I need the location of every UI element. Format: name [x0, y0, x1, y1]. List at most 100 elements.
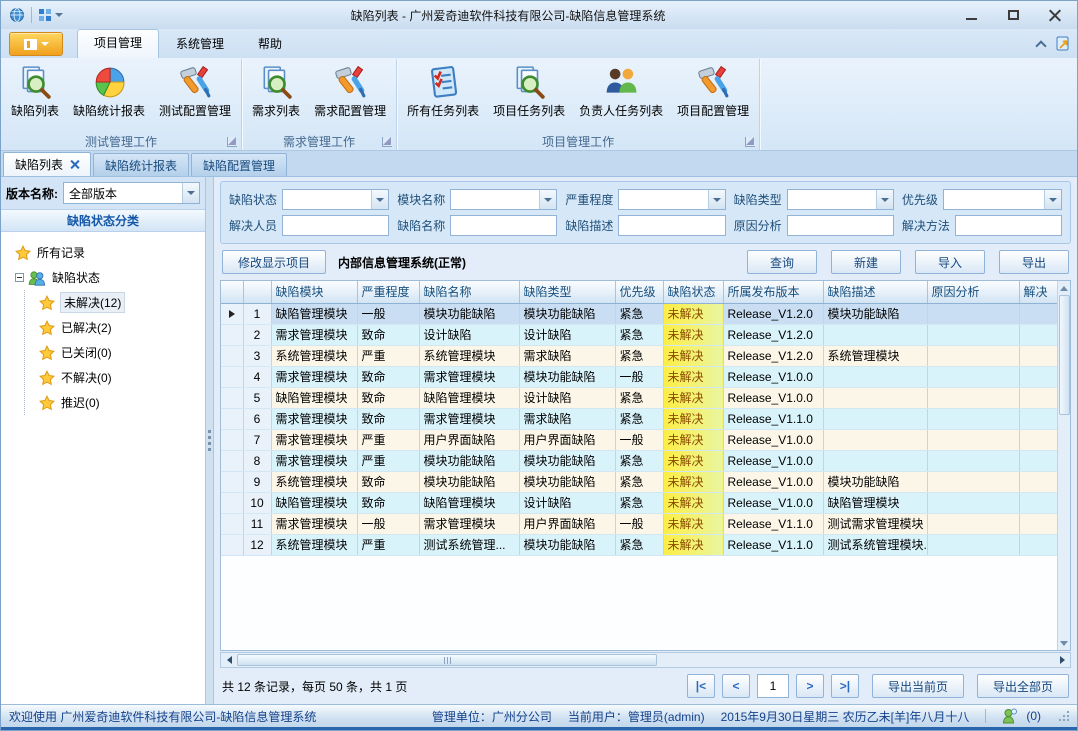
resize-grip-icon[interactable] [1059, 711, 1069, 721]
cell-status: 未解决 [663, 534, 723, 555]
page-number-input[interactable] [757, 674, 789, 698]
collapse-ribbon-icon[interactable] [1035, 40, 1046, 51]
filter-type-combobox[interactable] [787, 189, 894, 210]
maximize-button[interactable] [995, 3, 1031, 27]
table-row[interactable]: 4 需求管理模块 致命 需求管理模块 模块功能缺陷 一般 未解决 Release… [221, 366, 1057, 387]
ribbon-tab-system[interactable]: 系统管理 [159, 30, 241, 58]
first-page-button[interactable]: |< [687, 674, 715, 698]
ribbon-button-defect-report[interactable]: 缺陷统计报表 [66, 61, 152, 122]
filter-priority-combobox[interactable] [943, 189, 1062, 210]
ribbon-button-project-config[interactable]: 项目配置管理 [670, 61, 756, 122]
filter-resolver-input[interactable] [282, 215, 389, 236]
filter-desc-input[interactable] [618, 215, 725, 236]
table-row[interactable]: 3 系统管理模块 严重 系统管理模块 需求缺陷 紧急 未解决 Release_V… [221, 345, 1057, 366]
tree-item-wont-fix[interactable]: 不解决(0) [39, 365, 201, 390]
filter-module-combobox[interactable] [450, 189, 557, 210]
table-row[interactable]: 8 需求管理模块 严重 模块功能缺陷 模块功能缺陷 紧急 未解决 Release… [221, 450, 1057, 471]
table-row[interactable]: 12 系统管理模块 严重 测试系统管理... 模块功能缺陷 紧急 未解决 Rel… [221, 534, 1057, 555]
table-row[interactable]: 5 缺陷管理模块 致命 缺陷管理模块 设计缺陷 紧急 未解决 Release_V… [221, 387, 1057, 408]
filter-solution-input[interactable] [955, 215, 1062, 236]
new-button[interactable]: 新建 [831, 250, 901, 274]
search-button[interactable]: 查询 [747, 250, 817, 274]
modify-columns-button[interactable]: 修改显示项目 [222, 250, 326, 274]
ribbon-button-all-tasks[interactable]: 所有任务列表 [400, 61, 486, 122]
import-button[interactable]: 导入 [915, 250, 985, 274]
combobox-dropdown-button[interactable] [1044, 190, 1061, 209]
tree-item-resolved[interactable]: 已解决(2) [39, 315, 201, 340]
filter-name-input[interactable] [450, 215, 557, 236]
tree-item-postponed[interactable]: 推迟(0) [39, 390, 201, 415]
minimize-button[interactable] [953, 3, 989, 27]
ribbon-button-defect-list[interactable]: 缺陷列表 [4, 61, 66, 122]
scroll-right-icon[interactable] [1054, 653, 1070, 667]
combobox-dropdown-button[interactable] [182, 183, 199, 203]
filter-reason-input[interactable] [787, 215, 894, 236]
scroll-up-icon[interactable] [1058, 281, 1071, 295]
dialog-launcher-icon[interactable] [745, 137, 755, 147]
ribbon-tab-help[interactable]: 帮助 [241, 30, 299, 58]
filter-severity-combobox[interactable] [618, 189, 725, 210]
doc-tab-defect-config[interactable]: 缺陷配置管理 [191, 153, 287, 176]
col-severity[interactable]: 严重程度 [357, 281, 419, 303]
ribbon-button-requirement-list[interactable]: 需求列表 [245, 61, 307, 122]
ribbon-help-icon[interactable] [1055, 36, 1071, 52]
close-tab-icon[interactable] [70, 160, 79, 169]
scroll-down-icon[interactable] [1058, 636, 1071, 650]
scroll-left-icon[interactable] [221, 653, 237, 667]
export-current-page-button[interactable]: 导出当前页 [872, 674, 964, 698]
online-users-icon[interactable] [1002, 708, 1018, 724]
col-priority[interactable]: 优先级 [615, 281, 663, 303]
col-module[interactable]: 缺陷模块 [271, 281, 357, 303]
ribbon-button-label: 需求列表 [252, 102, 300, 119]
vertical-scrollbar[interactable] [1057, 281, 1070, 650]
panel-splitter[interactable] [206, 177, 214, 704]
col-type[interactable]: 缺陷类型 [519, 281, 615, 303]
tree-item-defect-status[interactable]: 缺陷状态 [15, 265, 201, 290]
ribbon-button-requirement-config[interactable]: 需求配置管理 [307, 61, 393, 122]
horizontal-scrollbar[interactable] [220, 652, 1071, 668]
table-row[interactable]: 10 缺陷管理模块 致命 缺陷管理模块 设计缺陷 紧急 未解决 Release_… [221, 492, 1057, 513]
ribbon-button-project-tasks[interactable]: 项目任务列表 [486, 61, 572, 122]
combobox-dropdown-button[interactable] [876, 190, 893, 209]
table-row[interactable]: 7 需求管理模块 严重 用户界面缺陷 用户界面缺陷 一般 未解决 Release… [221, 429, 1057, 450]
table-row[interactable]: 1 缺陷管理模块 一般 模块功能缺陷 模块功能缺陷 紧急 未解决 Release… [221, 303, 1057, 324]
next-page-button[interactable]: > [796, 674, 824, 698]
ribbon-button-owner-tasks[interactable]: 负责人任务列表 [572, 61, 670, 122]
cell-desc [823, 408, 927, 429]
col-status[interactable]: 缺陷状态 [663, 281, 723, 303]
tree-collapse-icon[interactable] [15, 273, 24, 282]
quick-access-grid-icon[interactable] [38, 8, 63, 22]
version-combobox[interactable]: 全部版本 [63, 182, 200, 204]
dialog-launcher-icon[interactable] [227, 137, 237, 147]
ribbon-tab-project[interactable]: 项目管理 [77, 29, 159, 58]
col-version[interactable]: 所属发布版本 [723, 281, 823, 303]
dialog-launcher-icon[interactable] [382, 137, 392, 147]
tree-item-all-records[interactable]: 所有记录 [15, 240, 201, 265]
tree-item-closed[interactable]: 已关闭(0) [39, 340, 201, 365]
export-button[interactable]: 导出 [999, 250, 1069, 274]
export-all-pages-button[interactable]: 导出全部页 [977, 674, 1069, 698]
col-solution[interactable]: 解决 [1019, 281, 1057, 303]
application-menu-button[interactable] [9, 32, 63, 56]
vertical-scrollbar-thumb[interactable] [1059, 295, 1070, 415]
tree-item-unresolved[interactable]: 未解决(12) [39, 290, 201, 315]
col-reason[interactable]: 原因分析 [927, 281, 1019, 303]
combobox-dropdown-button[interactable] [539, 190, 556, 209]
filter-status-combobox[interactable] [282, 189, 389, 210]
combobox-dropdown-button[interactable] [708, 190, 725, 209]
table-row[interactable]: 9 系统管理模块 致命 模块功能缺陷 模块功能缺陷 紧急 未解决 Release… [221, 471, 1057, 492]
horizontal-scrollbar-thumb[interactable] [237, 654, 657, 666]
close-button[interactable] [1037, 3, 1073, 27]
last-page-button[interactable]: >| [831, 674, 859, 698]
col-desc[interactable]: 缺陷描述 [823, 281, 927, 303]
table-row[interactable]: 2 需求管理模块 致命 设计缺陷 设计缺陷 紧急 未解决 Release_V1.… [221, 324, 1057, 345]
table-row[interactable]: 6 需求管理模块 致命 需求管理模块 需求缺陷 紧急 未解决 Release_V… [221, 408, 1057, 429]
filter-label-solution: 解决方法 [902, 217, 950, 234]
table-row[interactable]: 11 需求管理模块 一般 需求管理模块 用户界面缺陷 一般 未解决 Releas… [221, 513, 1057, 534]
doc-tab-defect-report[interactable]: 缺陷统计报表 [93, 153, 189, 176]
doc-tab-defect-list[interactable]: 缺陷列表 [3, 152, 91, 176]
prev-page-button[interactable]: < [722, 674, 750, 698]
col-name[interactable]: 缺陷名称 [419, 281, 519, 303]
combobox-dropdown-button[interactable] [371, 190, 388, 209]
ribbon-button-test-config[interactable]: 测试配置管理 [152, 61, 238, 122]
